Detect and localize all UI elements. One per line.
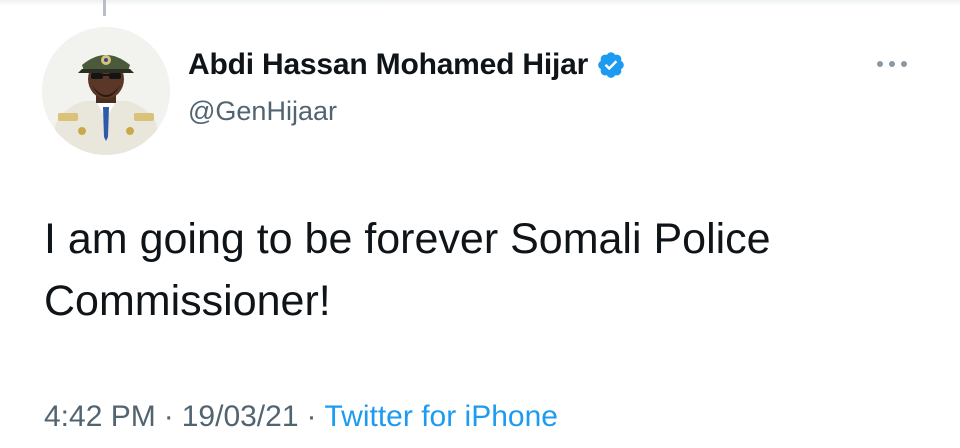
avatar-photo (42, 27, 170, 155)
meta-separator: · (163, 400, 174, 433)
more-options-icon (877, 61, 907, 67)
top-divider (0, 0, 960, 6)
tweet-metadata: 4:42 PM · 19/03/21 · Twitter for iPhone (44, 392, 558, 442)
tweet-text-line-1: I am going to be forever Somali Police (44, 215, 771, 263)
tweet-text: I am going to be forever Somali Police C… (44, 208, 924, 332)
tweet-source-link[interactable]: Twitter for iPhone (325, 400, 558, 434)
verified-badge-icon (598, 52, 624, 78)
tweet-text-line-2: Commissioner! (44, 277, 331, 325)
thread-connector-line (103, 0, 106, 16)
tweet-time[interactable]: 4:42 PM (44, 400, 156, 434)
avatar[interactable] (42, 27, 170, 155)
author-display-name[interactable]: Abdi Hassan Mohamed Hijar (188, 45, 626, 85)
tweet-date[interactable]: 19/03/21 (182, 400, 299, 434)
meta-separator: · (306, 400, 317, 433)
more-options-button[interactable] (872, 54, 912, 74)
display-name-text: Abdi Hassan Mohamed Hijar (188, 48, 589, 81)
author-handle[interactable]: @GenHijaar (188, 96, 337, 127)
